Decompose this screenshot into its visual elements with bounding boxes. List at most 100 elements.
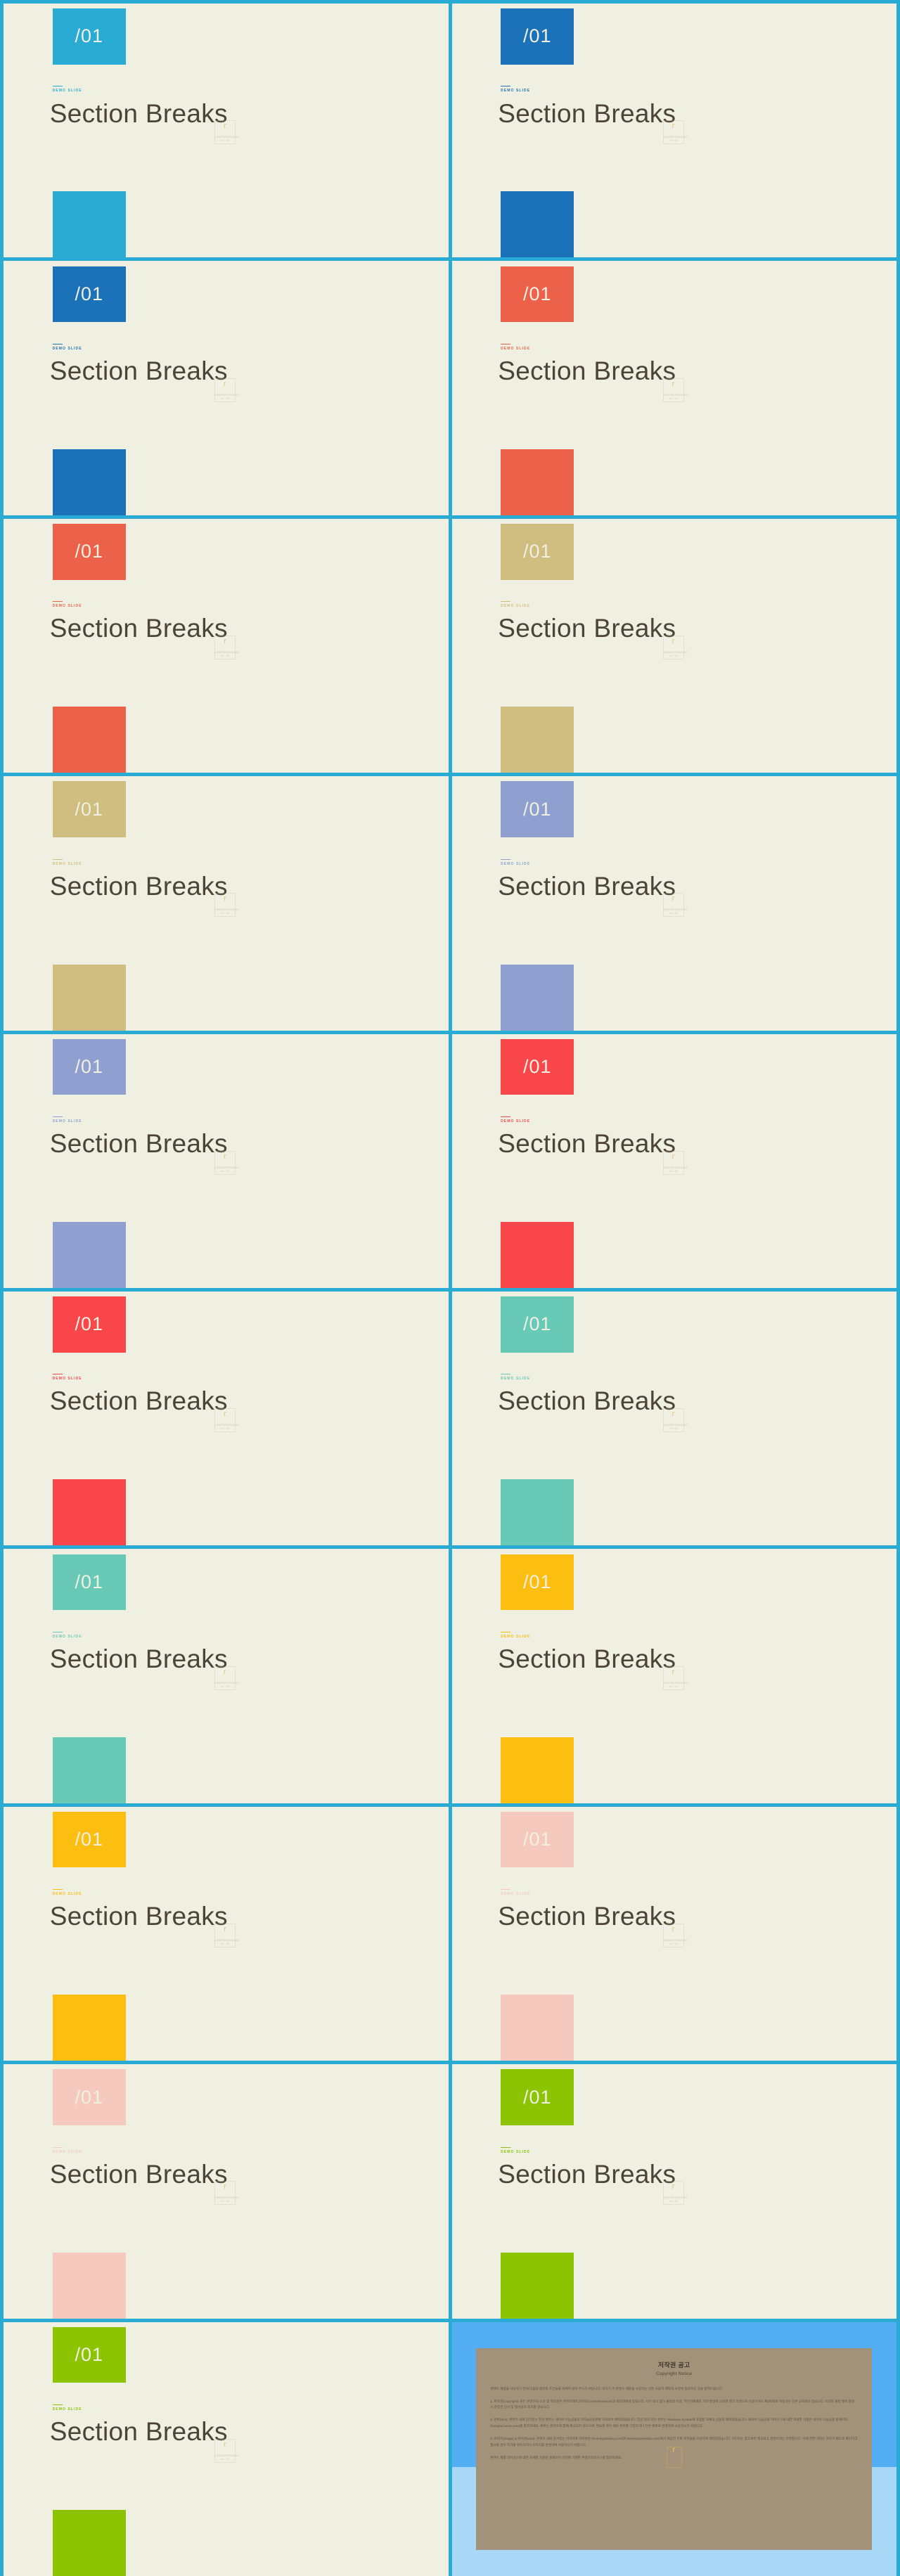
- kicker-rule: [501, 1116, 511, 1117]
- slide-thumbnail[interactable]: /01 DEMO SLIDE Section Breaks ⸢ CONTENTSTAKE…: [451, 1033, 896, 1288]
- watermark-sublabel: PPT · 제작: [669, 2201, 678, 2203]
- slide-kicker: DEMO SLIDE: [501, 858, 530, 866]
- slide-number-label: /01: [75, 1056, 104, 1078]
- slide-title: Section Breaks: [49, 614, 228, 643]
- slide-number-block: /01: [52, 2069, 126, 2125]
- slide-thumbnail[interactable]: /01 DEMO SLIDE Section Breaks ⸢ CONTENTSTAKE…: [4, 1033, 449, 1288]
- watermark-label: CONTENTSTAKEOUT: [662, 1424, 688, 1427]
- slide-accent-bar: [52, 2252, 126, 2319]
- copyright-paragraph: 1. 저작권(copyright): 모든 콘텐츠의 소유 및 저작권은 콘텐츠…: [490, 2399, 855, 2409]
- slide-title: Section Breaks: [49, 356, 228, 385]
- watermark-label: CONTENTSTAKEOUT: [214, 2454, 240, 2457]
- slide-accent-bar: [501, 2252, 574, 2319]
- slide-kicker: DEMO SLIDE: [501, 1631, 530, 1639]
- slide-number-label: /01: [75, 1829, 104, 1850]
- slide-thumbnail[interactable]: /01 DEMO SLIDE Section Breaks ⸢ CONTENTSTAKE…: [451, 518, 896, 773]
- copyright-watermark: ⸢: [666, 2446, 682, 2468]
- slide-thumbnail[interactable]: /01 DEMO SLIDE Section Breaks ⸢ CONTENTSTAKE…: [4, 2321, 449, 2576]
- slide-accent-bar: [52, 1222, 126, 1288]
- slide-title: Section Breaks: [49, 2417, 228, 2447]
- slide-thumbnail[interactable]: /01 DEMO SLIDE Section Breaks ⸢ CONTENTSTAKE…: [4, 518, 449, 773]
- kicker-rule: [52, 601, 63, 603]
- slide-accent-bar: [52, 1995, 126, 2061]
- watermark-label: CONTENTSTAKEOUT: [662, 1938, 688, 1942]
- slide-accent-bar: [52, 449, 126, 515]
- slide-thumbnail[interactable]: /01 DEMO SLIDE Section Breaks ⸢ CONTENTSTAKE…: [4, 1291, 449, 1546]
- slide-number-block: /01: [501, 781, 574, 837]
- slide-kicker: DEMO SLIDE: [52, 601, 82, 608]
- slide-thumbnail[interactable]: /01 DEMO SLIDE Section Breaks ⸢ CONTENTSTAKE…: [451, 1806, 896, 2061]
- slide-thumbnail[interactable]: /01 DEMO SLIDE Section Breaks ⸢ CONTENTSTAKE…: [4, 1806, 449, 2061]
- watermark-label: CONTENTSTAKEOUT: [662, 136, 688, 139]
- copyright-paragraph: 콘텐츠 제품을 사용하기 전에 다음의 합의와 조건들을 자세히 읽어 주시기 …: [490, 2386, 723, 2390]
- slide-thumbnail[interactable]: /01 DEMO SLIDE Section Breaks ⸢ CONTENTSTAKE…: [4, 2064, 449, 2319]
- slide-thumbnail[interactable]: /01 DEMO SLIDE Section Breaks ⸢ CONTENTSTAKE…: [451, 4, 896, 258]
- slide-title: Section Breaks: [498, 2159, 676, 2189]
- watermark-sublabel: PPT · 제작: [221, 655, 230, 658]
- slide-title: Section Breaks: [498, 871, 676, 901]
- slide-accent-bar: [501, 449, 574, 515]
- kicker-rule: [52, 1889, 63, 1891]
- slide-title: Section Breaks: [49, 1129, 228, 1159]
- slide-number-label: /01: [75, 1571, 104, 1592]
- watermark-label: CONTENTSTAKEOUT: [662, 1166, 688, 1169]
- slide-number-block: /01: [52, 524, 126, 580]
- slide-title: Section Breaks: [49, 1902, 228, 1931]
- slide-thumbnail[interactable]: /01 DEMO SLIDE Section Breaks ⸢ CONTENTSTAKE…: [4, 776, 449, 1031]
- watermark-sublabel: PPT · 제작: [669, 1428, 678, 1431]
- slide-number-block: /01: [501, 1811, 574, 1868]
- slide-number-block: /01: [52, 1296, 126, 1353]
- watermark-sublabel: PPT · 제작: [221, 2201, 230, 2203]
- slide-thumbnail[interactable]: /01 DEMO SLIDE Section Breaks ⸢ CONTENTSTAKE…: [4, 4, 449, 258]
- slide-number-block: /01: [52, 8, 126, 65]
- slide-number-block: /01: [501, 1296, 574, 1353]
- slide-kicker: DEMO SLIDE: [501, 2146, 530, 2154]
- watermark-sublabel: PPT · 제작: [221, 1685, 230, 1688]
- copyright-notice-slide[interactable]: 저작권 공고 Copyright Notice 콘텐츠 제품을 사용하기 전에 다음…: [451, 2321, 896, 2576]
- slide-accent-bar: [501, 1995, 574, 2061]
- watermark-label: CONTENTSTAKEOUT: [214, 136, 240, 139]
- slide-number-label: /01: [522, 541, 552, 562]
- watermark-sublabel: PPT · 제작: [669, 655, 678, 658]
- slide-thumbnail[interactable]: /01 DEMO SLIDE Section Breaks ⸢ CONTENTSTAKE…: [451, 261, 896, 515]
- slide-accent-bar: [501, 1479, 574, 1546]
- watermark-sublabel: PPT · 제작: [669, 1685, 678, 1688]
- watermark-sublabel: PPT · 제작: [221, 1943, 230, 1945]
- watermark-label: CONTENTSTAKEOUT: [662, 393, 688, 397]
- slide-title: Section Breaks: [498, 356, 676, 385]
- slide-thumbnail[interactable]: /01 DEMO SLIDE Section Breaks ⸢ CONTENTSTAKE…: [451, 2064, 896, 2319]
- slide-thumbnail[interactable]: /01 DEMO SLIDE Section Breaks ⸢ CONTENTSTAKE…: [451, 1291, 896, 1546]
- slide-accent-bar: [52, 707, 126, 773]
- slide-number-block: /01: [52, 2326, 126, 2383]
- kicker-rule: [501, 1889, 511, 1891]
- watermark-label: CONTENTSTAKEOUT: [662, 651, 688, 655]
- slide-kicker: DEMO SLIDE: [501, 86, 530, 93]
- slide-title: Section Breaks: [49, 98, 228, 128]
- slide-number-block: /01: [52, 1038, 126, 1095]
- slide-accent-bar: [52, 191, 126, 258]
- copyright-title-english: Copyright Notice: [656, 2371, 693, 2376]
- slide-kicker: DEMO SLIDE: [52, 1889, 82, 1896]
- slide-number-label: /01: [522, 1056, 552, 1078]
- kicker-rule: [501, 858, 511, 860]
- watermark-label: CONTENTSTAKEOUT: [214, 1424, 240, 1427]
- slide-title: Section Breaks: [498, 98, 676, 128]
- slide-accent-bar: [501, 707, 574, 773]
- slide-thumbnail[interactable]: /01 DEMO SLIDE Section Breaks ⸢ CONTENTSTAKE…: [451, 776, 896, 1031]
- slide-thumbnail[interactable]: /01 DEMO SLIDE Section Breaks ⸢ CONTENTSTAKE…: [4, 1549, 449, 1803]
- slide-number-block: /01: [501, 8, 574, 65]
- slide-number-block: /01: [501, 1554, 574, 1611]
- slide-thumbnail-grid: /01 DEMO SLIDE Section Breaks ⸢ CONTENTSTAKE…: [0, 0, 900, 2576]
- slide-accent-bar: [52, 1737, 126, 1803]
- slide-title: Section Breaks: [498, 614, 676, 643]
- slide-thumbnail[interactable]: /01 DEMO SLIDE Section Breaks ⸢ CONTENTSTAKE…: [4, 261, 449, 515]
- watermark-label: CONTENTSTAKEOUT: [214, 1681, 240, 1685]
- slide-kicker: DEMO SLIDE: [501, 1116, 530, 1123]
- kicker-rule: [52, 1116, 63, 1117]
- slide-number-label: /01: [522, 283, 552, 304]
- slide-accent-bar: [501, 964, 574, 1031]
- watermark-label: CONTENTSTAKEOUT: [662, 908, 688, 912]
- watermark-sublabel: PPT · 제작: [669, 140, 678, 143]
- watermark-label: CONTENTSTAKEOUT: [214, 393, 240, 397]
- slide-thumbnail[interactable]: /01 DEMO SLIDE Section Breaks ⸢ CONTENTSTAKE…: [451, 1549, 896, 1803]
